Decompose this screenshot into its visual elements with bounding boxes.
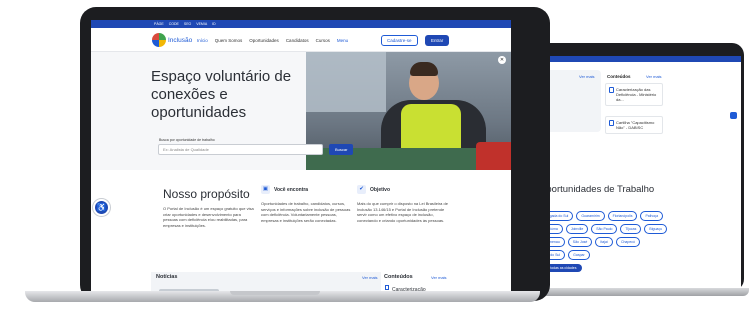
close-icon[interactable]: ✕ bbox=[498, 56, 506, 64]
accessibility-icon[interactable]: ♿ bbox=[93, 199, 110, 216]
contents-see-more-link[interactable]: Ver mais bbox=[431, 275, 447, 280]
gov-bar-link[interactable]: SEO bbox=[184, 22, 191, 26]
city-chip[interactable]: Guaramirim bbox=[576, 211, 605, 221]
scene: Ver mais Conteúdos Ver mais Caracterizaç… bbox=[0, 0, 749, 319]
gov-bar: PÁGE CODE SEO VEMIA ID bbox=[91, 20, 511, 28]
main-laptop-screen: PÁGE CODE SEO VEMIA ID Inclusão Início Q… bbox=[91, 20, 511, 296]
gov-bar-link[interactable]: PÁGE bbox=[154, 22, 164, 26]
city-chip[interactable]: Chapecó bbox=[615, 237, 640, 247]
city-chip[interactable]: Tijucas bbox=[620, 224, 642, 234]
document-icon bbox=[609, 87, 614, 93]
feature-title: Objetivo bbox=[370, 187, 391, 193]
nav-item-oportunidades[interactable]: Oportunidades bbox=[249, 38, 279, 43]
secondary-see-more-link[interactable]: Ver mais bbox=[579, 74, 595, 79]
city-chip[interactable]: Itajaí bbox=[595, 237, 613, 247]
gov-bar-link[interactable]: VEMIA bbox=[196, 22, 207, 26]
nav-item-candidatos[interactable]: Candidatos bbox=[286, 38, 309, 43]
purpose-text: O Portal de Inclusão é um espaço gratuit… bbox=[163, 206, 254, 228]
logo-icon[interactable] bbox=[152, 33, 166, 47]
news-see-more-link[interactable]: Ver mais bbox=[362, 275, 378, 280]
nav-menu: Início Quem Somos Oportunidades Candidat… bbox=[197, 38, 348, 43]
secondary-contents-see-more[interactable]: Ver mais bbox=[646, 74, 662, 79]
side-widget-icon[interactable] bbox=[730, 112, 737, 119]
city-chip[interactable]: Biguaçu bbox=[644, 224, 668, 234]
top-nav: Inclusão Início Quem Somos Oportunidades… bbox=[91, 28, 511, 52]
nav-item-quem-somos[interactable]: Quem Somos bbox=[215, 38, 243, 43]
secondary-content-item[interactable]: Cartilha "Capacitismo Não" - DABISC bbox=[605, 116, 663, 134]
target-icon: ✔ bbox=[357, 185, 366, 194]
hero-title: Espaço voluntário de conexões e oportuni… bbox=[151, 68, 292, 121]
search-button[interactable]: Buscar bbox=[329, 144, 354, 155]
contents-title: Conteúdos bbox=[384, 274, 413, 280]
city-chip[interactable]: São Paulo bbox=[591, 224, 618, 234]
opportunities-title: Oportunidades de Trabalho bbox=[539, 184, 655, 195]
search-input[interactable]: Ex: Analista de Qualidade bbox=[158, 144, 323, 155]
feature-text: Oportunidades de trabalho, candidatos, c… bbox=[261, 201, 351, 223]
photo-person-hair bbox=[410, 62, 438, 76]
document-icon bbox=[609, 120, 614, 126]
city-chip[interactable]: Joinville bbox=[565, 224, 589, 234]
logo-text[interactable]: Inclusão bbox=[168, 37, 192, 44]
document-icon bbox=[385, 285, 389, 290]
login-button[interactable]: Entrar bbox=[425, 35, 450, 46]
register-button[interactable]: Cadastre-se bbox=[381, 35, 418, 46]
feature-title: Você encontra bbox=[274, 187, 309, 193]
secondary-content-item[interactable]: Caracterização das Deficiência - Ministé… bbox=[605, 83, 663, 106]
main-laptop-notch bbox=[230, 291, 320, 295]
city-chip[interactable]: Palhoça bbox=[640, 211, 664, 221]
city-chip-list: Jangada do Sul Guaramirim Florianópolis Pal… bbox=[539, 211, 669, 260]
purpose-title: Nosso propósito bbox=[163, 187, 250, 201]
photo-window bbox=[306, 52, 386, 112]
secondary-content-item-label: Caracterização das Deficiência - Ministé… bbox=[616, 87, 657, 102]
secondary-content-item-label: Cartilha "Capacitismo Não" - DABISC bbox=[616, 120, 655, 130]
city-chip[interactable]: Gaspar bbox=[568, 250, 590, 260]
feature-text: Mais do que cumprir o disposto na Lei Br… bbox=[357, 201, 448, 223]
nav-item-menu[interactable]: Menu bbox=[337, 38, 348, 43]
secondary-top-bar bbox=[521, 56, 741, 62]
gov-bar-link[interactable]: CODE bbox=[169, 22, 179, 26]
nav-item-inicio[interactable]: Início bbox=[197, 38, 208, 43]
city-chip[interactable]: São José bbox=[567, 237, 593, 247]
secondary-laptop-screen: Ver mais Conteúdos Ver mais Caracterizaç… bbox=[521, 56, 741, 288]
secondary-contents-title: Conteúdos bbox=[607, 74, 631, 79]
gov-bar-link[interactable]: ID bbox=[212, 22, 216, 26]
city-chip[interactable]: Florianópolis bbox=[607, 211, 638, 221]
nav-item-cursos[interactable]: Cursos bbox=[316, 38, 330, 43]
briefcase-icon: ▣ bbox=[261, 185, 270, 194]
photo-machine bbox=[476, 142, 511, 170]
search-label: Busca por oportunidade de trabalho bbox=[159, 138, 215, 142]
news-title: Notícias bbox=[156, 274, 178, 280]
